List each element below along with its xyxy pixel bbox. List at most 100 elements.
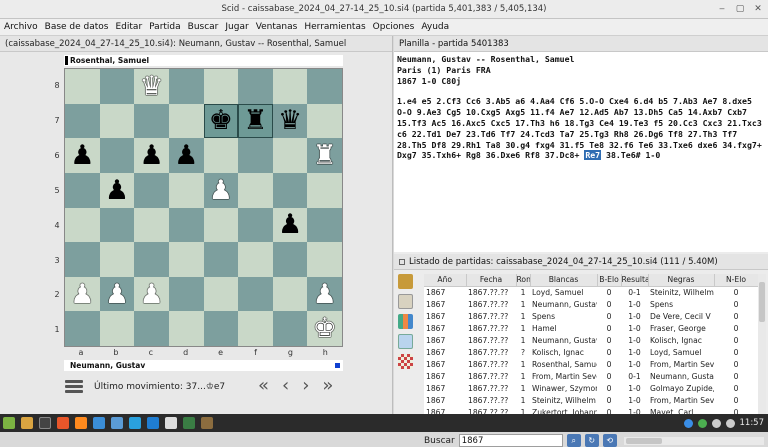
maximize-icon[interactable]: ▢: [734, 3, 746, 15]
chrome-icon[interactable]: [93, 417, 105, 429]
square-a8[interactable]: [65, 69, 100, 104]
white-pawn-icon[interactable]: ♟: [139, 281, 163, 308]
chess-app-icon[interactable]: [165, 417, 177, 429]
white-pawn-icon[interactable]: ♟: [313, 281, 337, 308]
square-e7[interactable]: ♚: [203, 103, 239, 139]
black-pawn-icon[interactable]: ♟: [105, 177, 129, 204]
square-e3[interactable]: [203, 242, 239, 277]
table-row[interactable]: 1867 1867.??.?? 1 Neumann, Gustav 0 1-0 Kolisc…: [424, 334, 758, 346]
square-a5[interactable]: [65, 172, 100, 208]
square-b6[interactable]: [99, 138, 135, 173]
square-f2[interactable]: [238, 276, 273, 312]
current-move[interactable]: Re7: [584, 150, 602, 161]
menu-ventanas[interactable]: Ventanas: [256, 22, 298, 32]
table-row[interactable]: 1867 1867.??.?? 1 Loyd, Samuel 0 0-1 Steinitz,…: [424, 286, 758, 298]
white-pawn-icon[interactable]: ♟: [105, 281, 129, 308]
square-b1[interactable]: [99, 311, 135, 346]
menu-archivo[interactable]: Archivo: [4, 22, 38, 32]
menu-editar[interactable]: Editar: [116, 22, 143, 32]
square-b2[interactable]: ♟: [99, 276, 135, 312]
square-a6[interactable]: ♟: [65, 138, 100, 173]
clock[interactable]: 11:57: [740, 418, 765, 428]
column-header[interactable]: B-Elo: [597, 274, 622, 287]
mail-icon[interactable]: [111, 417, 123, 429]
square-f7[interactable]: ♜: [238, 103, 273, 139]
column-header[interactable]: Blancas: [530, 274, 598, 287]
black-pawn-icon[interactable]: ♟: [139, 142, 163, 169]
moves-before[interactable]: 1.e4 e5 2.Cf3 Cc6 3.Ab5 a6 4.Aa4 Cf6 5.O…: [397, 96, 762, 160]
square-d2[interactable]: [168, 276, 204, 312]
white-king-icon[interactable]: ♚: [313, 315, 337, 342]
moves-after[interactable]: 38.Te6# 1-0: [601, 150, 660, 160]
square-c6[interactable]: ♟: [134, 138, 169, 173]
black-queen-icon[interactable]: ♛: [278, 107, 302, 134]
square-g5[interactable]: [272, 172, 308, 208]
square-e1[interactable]: [203, 311, 239, 346]
column-header[interactable]: Negras: [648, 274, 715, 287]
square-c7[interactable]: [134, 103, 169, 139]
column-header[interactable]: Año: [424, 274, 467, 287]
square-h7[interactable]: [307, 103, 342, 139]
firefox-icon[interactable]: [75, 417, 87, 429]
square-g4[interactable]: ♟: [272, 207, 308, 243]
square-b8[interactable]: [99, 69, 135, 104]
square-c1[interactable]: [134, 311, 169, 346]
square-h1[interactable]: ♚: [307, 311, 342, 346]
square-a1[interactable]: [65, 311, 100, 346]
white-queen-icon[interactable]: ♛: [139, 73, 163, 100]
square-e6[interactable]: [203, 138, 239, 173]
square-a7[interactable]: [65, 103, 100, 139]
black-pawn-icon[interactable]: ♟: [278, 211, 302, 238]
square-e5[interactable]: ♟: [203, 172, 239, 208]
vscode-icon[interactable]: [147, 417, 159, 429]
table-row[interactable]: 1867 1867.??.?? 1 Rosenthal, Samuel 0 1-0 From…: [424, 359, 758, 371]
square-h4[interactable]: [307, 207, 342, 243]
chess-board[interactable]: ♛ ♚ ♜ ♛ ♟ ♟ ♟ ♜ ♟ ♟ ♟ ♟ ♟ ♟ ♟ ♚: [64, 68, 343, 347]
square-d8[interactable]: [168, 69, 204, 104]
terminal-icon[interactable]: [39, 417, 51, 429]
square-f5[interactable]: [238, 172, 273, 208]
menu-icon[interactable]: [65, 380, 83, 393]
square-d6[interactable]: ♟: [168, 138, 204, 173]
black-pawn-icon[interactable]: ♟: [70, 142, 94, 169]
square-c8[interactable]: ♛: [134, 69, 169, 104]
square-f1[interactable]: [238, 311, 273, 346]
square-e2[interactable]: [203, 276, 239, 312]
next-move-icon[interactable]: ›: [302, 375, 309, 396]
square-a4[interactable]: [65, 207, 100, 243]
square-g6[interactable]: [272, 138, 308, 173]
square-a3[interactable]: [65, 242, 100, 277]
board-icon[interactable]: [398, 354, 413, 369]
square-c4[interactable]: [134, 207, 169, 243]
table-row[interactable]: 1867 1867.??.?? 1 From, Martin Sever 0 0-1 Neu…: [424, 371, 758, 383]
table-row[interactable]: 1867 1867.??.?? 1 Hamel 0 1-0 Fraser, George 0: [424, 322, 758, 334]
menu-ayuda[interactable]: Ayuda: [421, 22, 449, 32]
table-row[interactable]: 1867 1867.??.?? 1 Neumann, Gustav 0 1-0 Spens 0: [424, 298, 758, 310]
board-tab[interactable]: (caissabase_2024_04_27-14_25_10.si4): Ne…: [0, 36, 392, 52]
column-header[interactable]: N-Elo: [714, 274, 758, 287]
notation-moves[interactable]: 1.e4 e5 2.Cf3 Cc6 3.Ab5 a6 4.Aa4 Cf6 5.O…: [397, 96, 765, 161]
square-h2[interactable]: ♟: [307, 276, 342, 312]
square-g1[interactable]: [272, 311, 308, 346]
square-h3[interactable]: [307, 242, 342, 277]
sync-icon[interactable]: [697, 418, 707, 428]
square-f6[interactable]: [238, 138, 273, 173]
stats-icon[interactable]: [398, 314, 413, 329]
list-hscrollbar[interactable]: [624, 437, 764, 445]
list-vscrollbar[interactable]: [758, 274, 766, 414]
menu-base-de-datos[interactable]: Base de datos: [45, 22, 109, 32]
square-e4[interactable]: [203, 207, 239, 243]
square-g8[interactable]: [272, 69, 308, 104]
notation-tab[interactable]: Planilla - partida 5401383: [394, 36, 768, 52]
square-b4[interactable]: [99, 207, 135, 243]
game-list-tab[interactable]: Listado de partidas: caissabase_2024_04_…: [394, 254, 768, 270]
list-icon[interactable]: [398, 334, 413, 349]
files-icon[interactable]: [21, 417, 33, 429]
white-rook-icon[interactable]: ♜: [313, 142, 337, 169]
square-d5[interactable]: [168, 172, 204, 208]
table-row[interactable]: 1867 1867.??.?? 1 Spens 0 1-0 De Vere, Cecil V…: [424, 310, 758, 322]
column-header[interactable]: Fecha: [466, 274, 517, 287]
search-filter-icon[interactable]: [398, 294, 413, 309]
office-icon[interactable]: [183, 417, 195, 429]
menu-opciones[interactable]: Opciones: [373, 22, 415, 32]
